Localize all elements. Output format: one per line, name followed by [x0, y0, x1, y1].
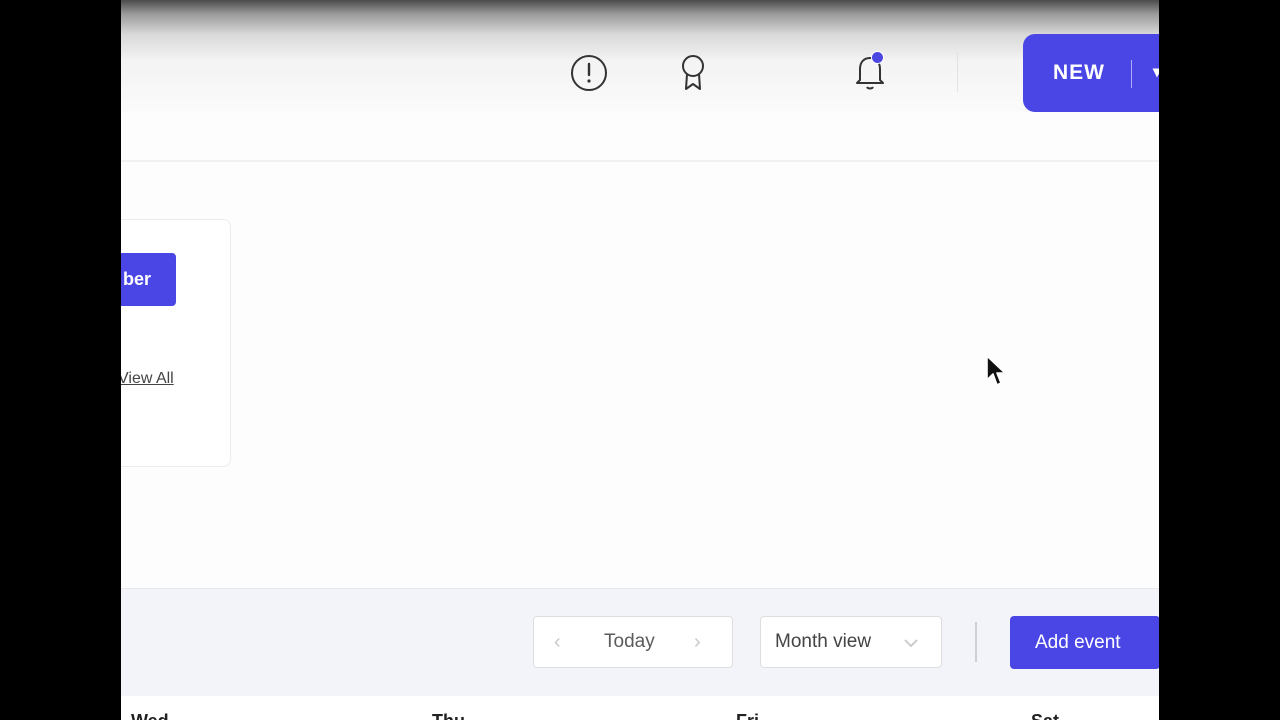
chevron-down-icon: [903, 635, 919, 653]
chevron-right-icon[interactable]: ›: [694, 631, 701, 654]
calendar-toolbar: ‹ Today › Month view Add event: [121, 588, 1159, 696]
chevron-left-icon[interactable]: ‹: [554, 631, 561, 654]
new-button-label: NEW: [1053, 61, 1105, 84]
view-all-link[interactable]: View All: [121, 370, 174, 388]
add-event-label: Add event: [1035, 631, 1121, 653]
header-divider: [121, 160, 1159, 162]
app-viewport: NEW ▾ ber View All ‹ Today › Month view …: [121, 0, 1159, 720]
day-header-thu: Thu: [432, 711, 465, 720]
header-separator: [957, 52, 958, 92]
toolbar-separator: [975, 622, 977, 662]
day-header-sat: Sat: [1031, 711, 1059, 720]
alert-circle-icon[interactable]: [569, 53, 609, 93]
notification-badge: [871, 51, 884, 64]
new-button-divider: [1131, 60, 1132, 88]
calendar-day-headers: Wed Thu Fri Sat: [121, 696, 1159, 720]
day-header-fri: Fri: [736, 711, 759, 720]
day-header-wed: Wed: [131, 711, 169, 720]
view-select-label: Month view: [775, 631, 872, 652]
view-select-dropdown[interactable]: Month view: [760, 616, 942, 668]
top-header: NEW ▾: [121, 0, 1159, 112]
award-ribbon-icon[interactable]: [673, 53, 713, 93]
card-action-button[interactable]: ber: [121, 253, 176, 306]
add-event-button[interactable]: Add event: [1010, 616, 1159, 669]
today-button[interactable]: Today: [604, 631, 655, 653]
card-action-label: ber: [122, 269, 151, 289]
date-navigation: ‹ Today ›: [533, 616, 733, 668]
chevron-down-icon[interactable]: ▾: [1153, 62, 1159, 82]
mouse-pointer-icon: [985, 354, 1009, 395]
new-button[interactable]: NEW ▾: [1023, 34, 1159, 112]
bell-icon[interactable]: [850, 52, 890, 92]
